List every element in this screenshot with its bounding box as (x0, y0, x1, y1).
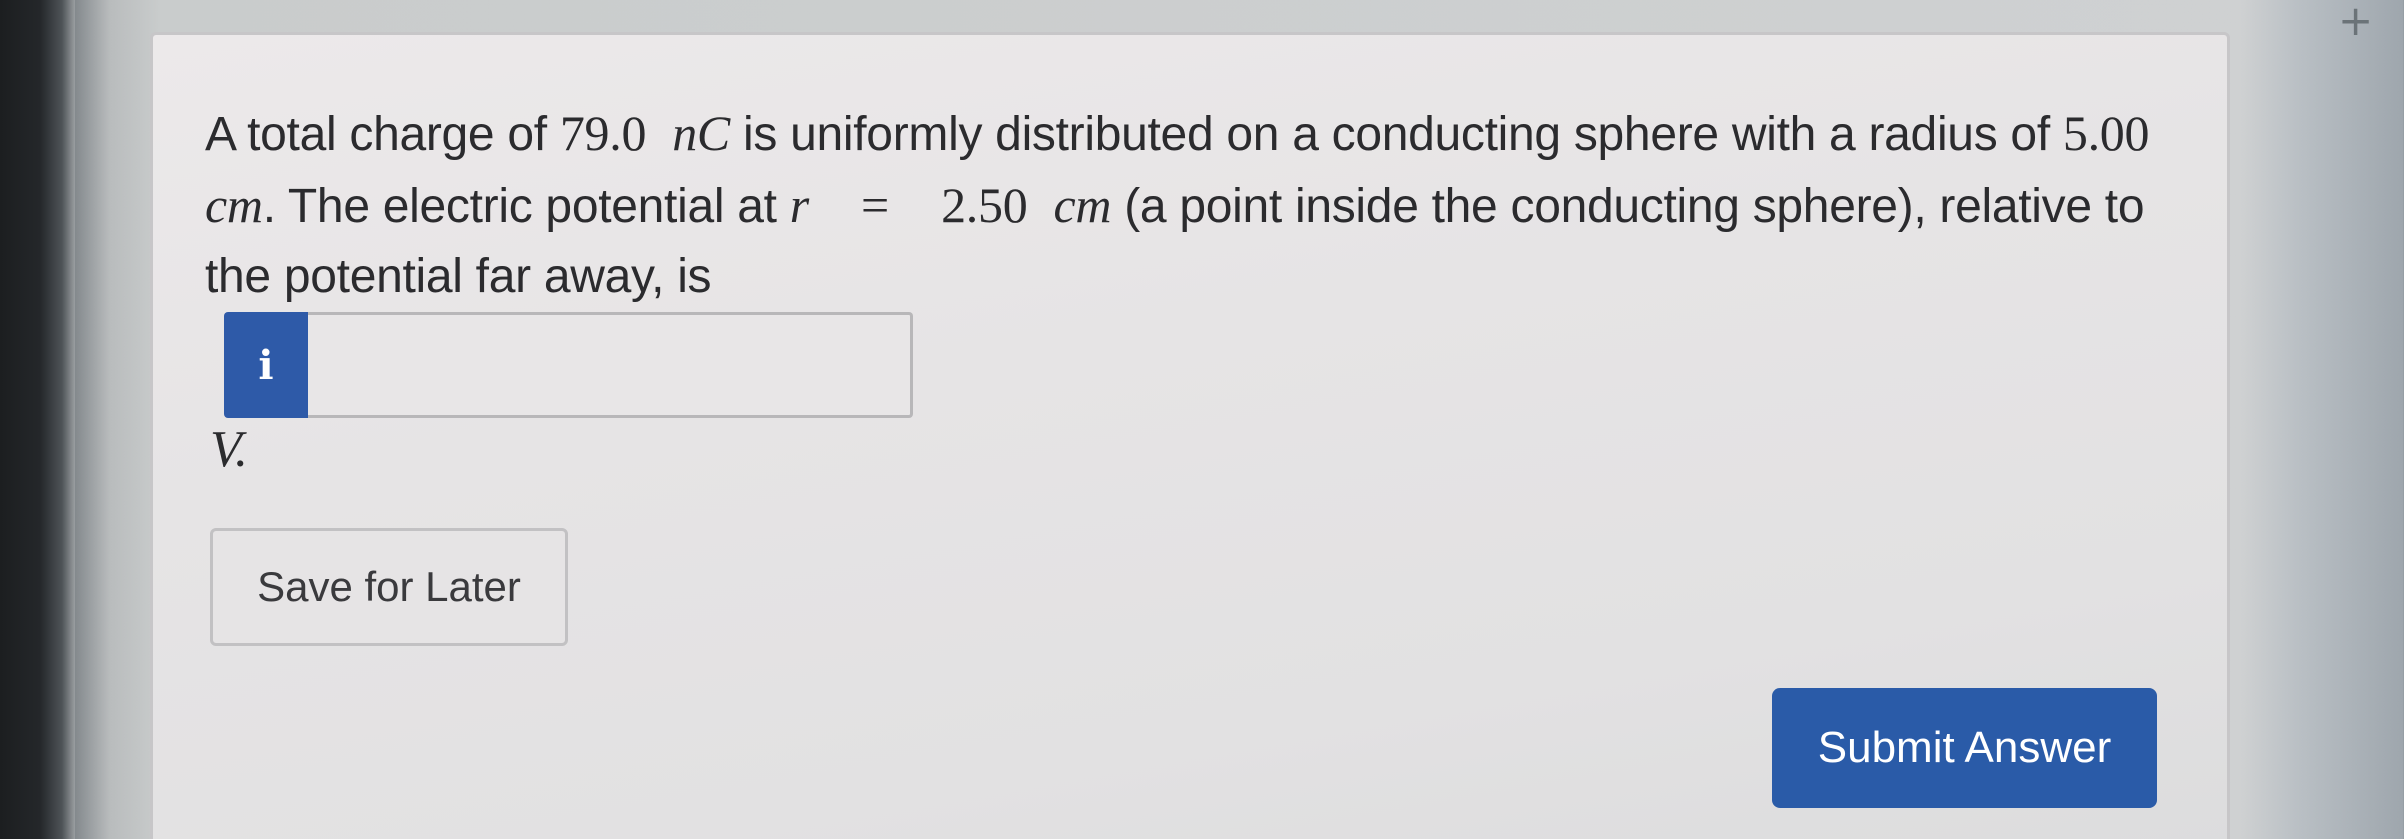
answer-input[interactable] (308, 312, 913, 418)
point-value: 2.50 (941, 177, 1028, 233)
equals-sign: = (861, 177, 889, 233)
question-part-1: A total charge of (205, 108, 560, 161)
submit-answer-button[interactable]: Submit Answer (1772, 688, 2157, 808)
point-variable: r (789, 177, 809, 233)
question-part-3: . The electric potential at (262, 180, 790, 233)
radius-unit: cm (205, 177, 263, 233)
answer-row: i (224, 312, 913, 418)
charge-value: 79.0 (559, 105, 647, 161)
unit-label: V. (210, 421, 249, 478)
info-icon[interactable]: i (224, 312, 308, 418)
point-unit: cm (1053, 177, 1112, 233)
plus-icon[interactable]: + (2338, 0, 2373, 42)
screen-bezel (0, 0, 75, 839)
charge-unit: nC (672, 105, 730, 161)
question-part-2: is uniformly distributed on a conducting… (729, 108, 2063, 161)
save-for-later-button[interactable]: Save for Later (210, 528, 568, 646)
radius-value: 5.00 (2062, 105, 2150, 161)
question-text: A total charge of 79.0 nC is uniformly d… (205, 98, 2195, 312)
